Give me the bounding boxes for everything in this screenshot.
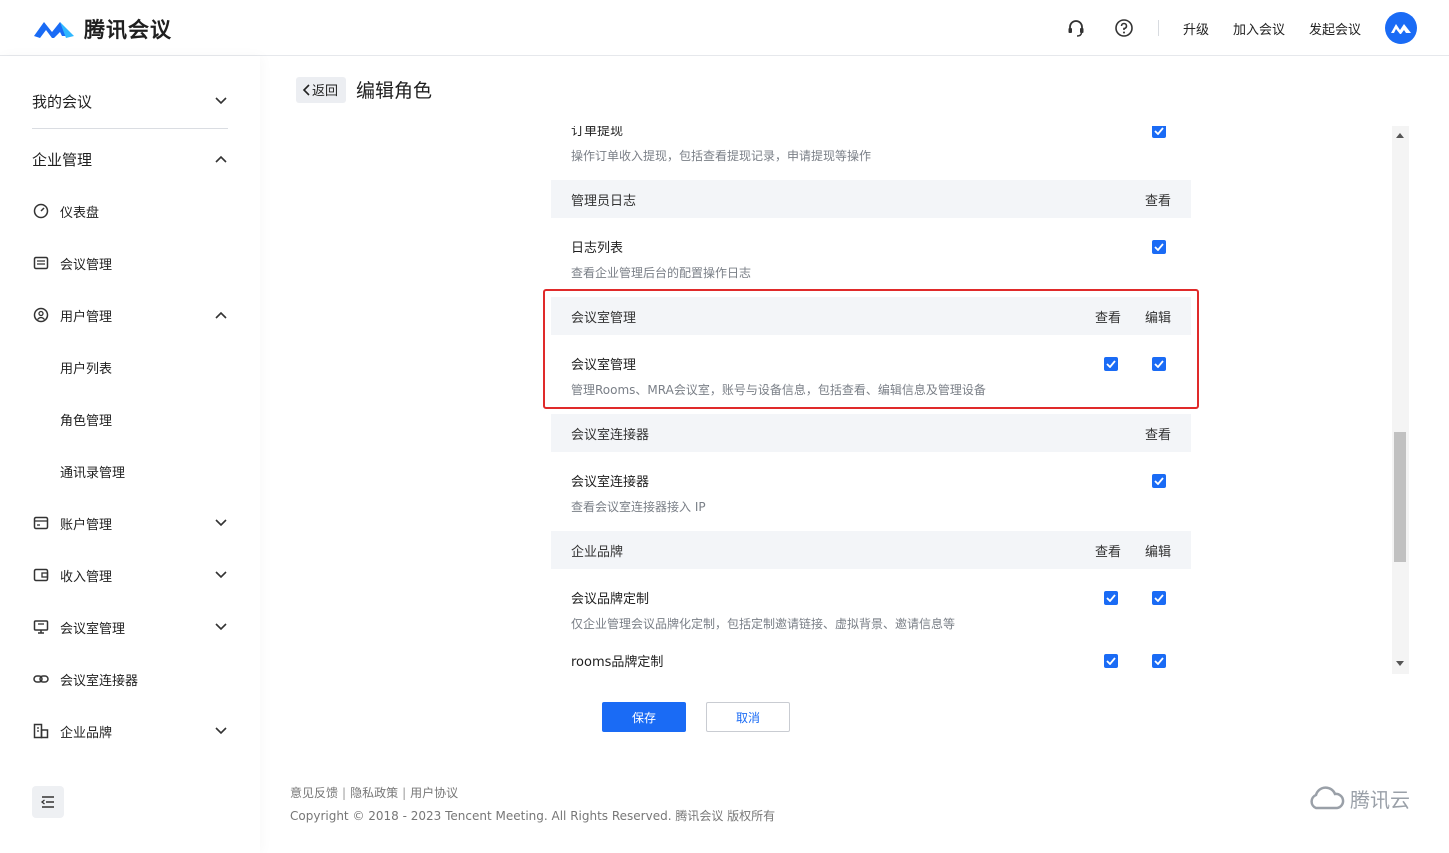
sidebar: 我的会议 企业管理 仪表盘 会议管理 用户管理 用户列表 角色管理 通讯录管理 … <box>0 56 260 853</box>
brand-name: 腾讯会议 <box>84 18 172 42</box>
sidebar-item-enterprise[interactable]: 企业管理 <box>32 144 228 174</box>
sidebar-item-label: 账户管理 <box>60 517 113 533</box>
link-icon <box>32 670 50 688</box>
sidebar-item-dashboard[interactable]: 仪表盘 <box>32 197 228 225</box>
chevron-down-icon <box>214 568 228 582</box>
wallet-icon <box>32 514 50 532</box>
sidebar-item-my-meetings[interactable]: 我的会议 <box>32 86 228 116</box>
permission-desc: 操作订单收入提现，包括查看提现记录，申请提现等操作 <box>571 149 872 163</box>
divider <box>1157 20 1159 36</box>
edit-checkbox[interactable] <box>1152 591 1166 605</box>
sidebar-item-label: 企业管理 <box>32 150 93 169</box>
list-icon <box>32 254 50 272</box>
copyright: Copyright © 2018 - 2023 Tencent Meeting.… <box>290 809 776 823</box>
view-column-label: 查看 <box>1094 544 1121 560</box>
start-meeting-link[interactable]: 发起会议 <box>1309 19 1361 38</box>
chevron-down-icon <box>214 516 228 530</box>
section-header-admin-log: 管理员日志 查看 <box>551 180 1191 218</box>
sidebar-item-label: 企业品牌 <box>60 725 113 741</box>
chevron-down-icon <box>214 724 228 738</box>
sidebar-item-brand[interactable]: 企业品牌 <box>32 717 228 745</box>
permission-title: rooms品牌定制 <box>571 655 664 670</box>
sidebar-item-label: 仪表盘 <box>60 205 100 221</box>
section-title: 企业品牌 <box>571 544 624 560</box>
income-icon <box>32 566 50 584</box>
permission-title: 会议室连接器 <box>571 475 650 490</box>
brand-icon <box>32 722 50 740</box>
back-label: 返回 <box>312 84 339 99</box>
footer-links: 意见反馈 | 隐私政策 | 用户协议 <box>290 786 459 800</box>
edit-column-label: 编辑 <box>1144 544 1171 560</box>
scroll-down-arrow-icon[interactable] <box>1396 661 1404 666</box>
sidebar-item-label: 会议室连接器 <box>60 673 139 689</box>
agreement-link[interactable]: 用户协议 <box>410 786 458 800</box>
section-title: 会议室连接器 <box>571 427 650 443</box>
chevron-left-icon <box>302 83 310 96</box>
back-button[interactable]: 返回 <box>296 76 347 103</box>
permission-desc: 查看会议室连接器接入 IP <box>571 500 706 514</box>
view-checkbox[interactable] <box>1152 240 1166 254</box>
user-icon <box>32 306 50 324</box>
sidebar-item-label: 我的会议 <box>32 92 93 111</box>
section-header-brand: 企业品牌 查看 编辑 <box>551 531 1191 569</box>
scrollbar-thumb[interactable] <box>1394 432 1406 562</box>
avatar[interactable] <box>1385 12 1417 44</box>
sidebar-item-roles[interactable]: 角色管理 <box>60 405 112 433</box>
view-checkbox[interactable] <box>1104 654 1118 668</box>
save-button[interactable]: 保存 <box>602 702 686 732</box>
view-column-label: 查看 <box>1144 427 1171 443</box>
cloud-icon <box>1310 785 1345 809</box>
tencent-cloud-logo: 腾讯云 <box>1306 784 1410 813</box>
permission-desc: 仅企业管理会议品牌化定制，包括定制邀请链接、虚拟背景、邀请信息等 <box>571 617 956 631</box>
scrollbar[interactable] <box>1392 126 1409 674</box>
feedback-link[interactable]: 意见反馈 <box>290 786 338 800</box>
sidebar-item-income[interactable]: 收入管理 <box>32 561 228 589</box>
cancel-button[interactable]: 取消 <box>706 702 790 732</box>
dashboard-icon <box>32 202 50 220</box>
headset-icon[interactable] <box>1065 17 1087 39</box>
permission-desc: 查看企业管理后台的配置操作日志 <box>571 266 752 280</box>
top-bar: 腾讯会议 升级 加入会议 发起会议 <box>0 0 1449 56</box>
sidebar-item-contacts[interactable]: 通讯录管理 <box>60 457 125 485</box>
permission-title: 会议品牌定制 <box>571 592 650 607</box>
section-header-room-connector: 会议室连接器 查看 <box>551 414 1191 452</box>
cloud-brand: 腾讯云 <box>1350 788 1410 812</box>
chevron-up-icon <box>214 308 228 322</box>
chevron-up-icon <box>214 152 228 166</box>
sidebar-item-room-connector[interactable]: 会议室连接器 <box>32 665 228 693</box>
logo[interactable]: 腾讯会议 <box>32 14 172 44</box>
permission-title: 日志列表 <box>571 241 624 256</box>
room-icon <box>32 618 50 636</box>
sidebar-item-users[interactable]: 用户管理 <box>32 301 228 329</box>
help-icon[interactable] <box>1113 17 1135 39</box>
page-title: 编辑角色 <box>356 80 433 102</box>
upgrade-link[interactable]: 升级 <box>1183 19 1209 38</box>
join-meeting-link[interactable]: 加入会议 <box>1233 19 1285 38</box>
view-checkbox[interactable] <box>1152 126 1166 138</box>
tencent-meeting-logo-icon <box>34 22 74 38</box>
view-checkbox[interactable] <box>1152 474 1166 488</box>
collapse-sidebar-button[interactable] <box>32 786 64 818</box>
sidebar-item-label: 用户管理 <box>60 309 113 325</box>
highlight-box <box>543 289 1199 409</box>
privacy-link[interactable]: 隐私政策 <box>350 786 398 800</box>
sidebar-item-label: 会议管理 <box>60 257 113 273</box>
sidebar-item-label: 收入管理 <box>60 569 113 585</box>
scroll-up-arrow-icon[interactable] <box>1396 133 1404 138</box>
sidebar-item-meetings[interactable]: 会议管理 <box>32 249 228 277</box>
sidebar-item-label: 会议室管理 <box>60 621 126 637</box>
permission-title: 订单提现 <box>571 126 624 139</box>
collapse-icon <box>40 796 54 808</box>
sidebar-item-rooms[interactable]: 会议室管理 <box>32 613 228 641</box>
page-header: 返回 编辑角色 <box>296 76 432 103</box>
sidebar-item-user-list[interactable]: 用户列表 <box>60 353 112 381</box>
sidebar-item-account[interactable]: 账户管理 <box>32 509 228 537</box>
divider <box>32 128 228 129</box>
view-checkbox[interactable] <box>1104 591 1118 605</box>
edit-checkbox[interactable] <box>1152 654 1166 668</box>
section-title: 管理员日志 <box>571 193 637 209</box>
chevron-down-icon <box>214 94 228 108</box>
chevron-down-icon <box>214 620 228 634</box>
view-column-label: 查看 <box>1144 193 1171 209</box>
